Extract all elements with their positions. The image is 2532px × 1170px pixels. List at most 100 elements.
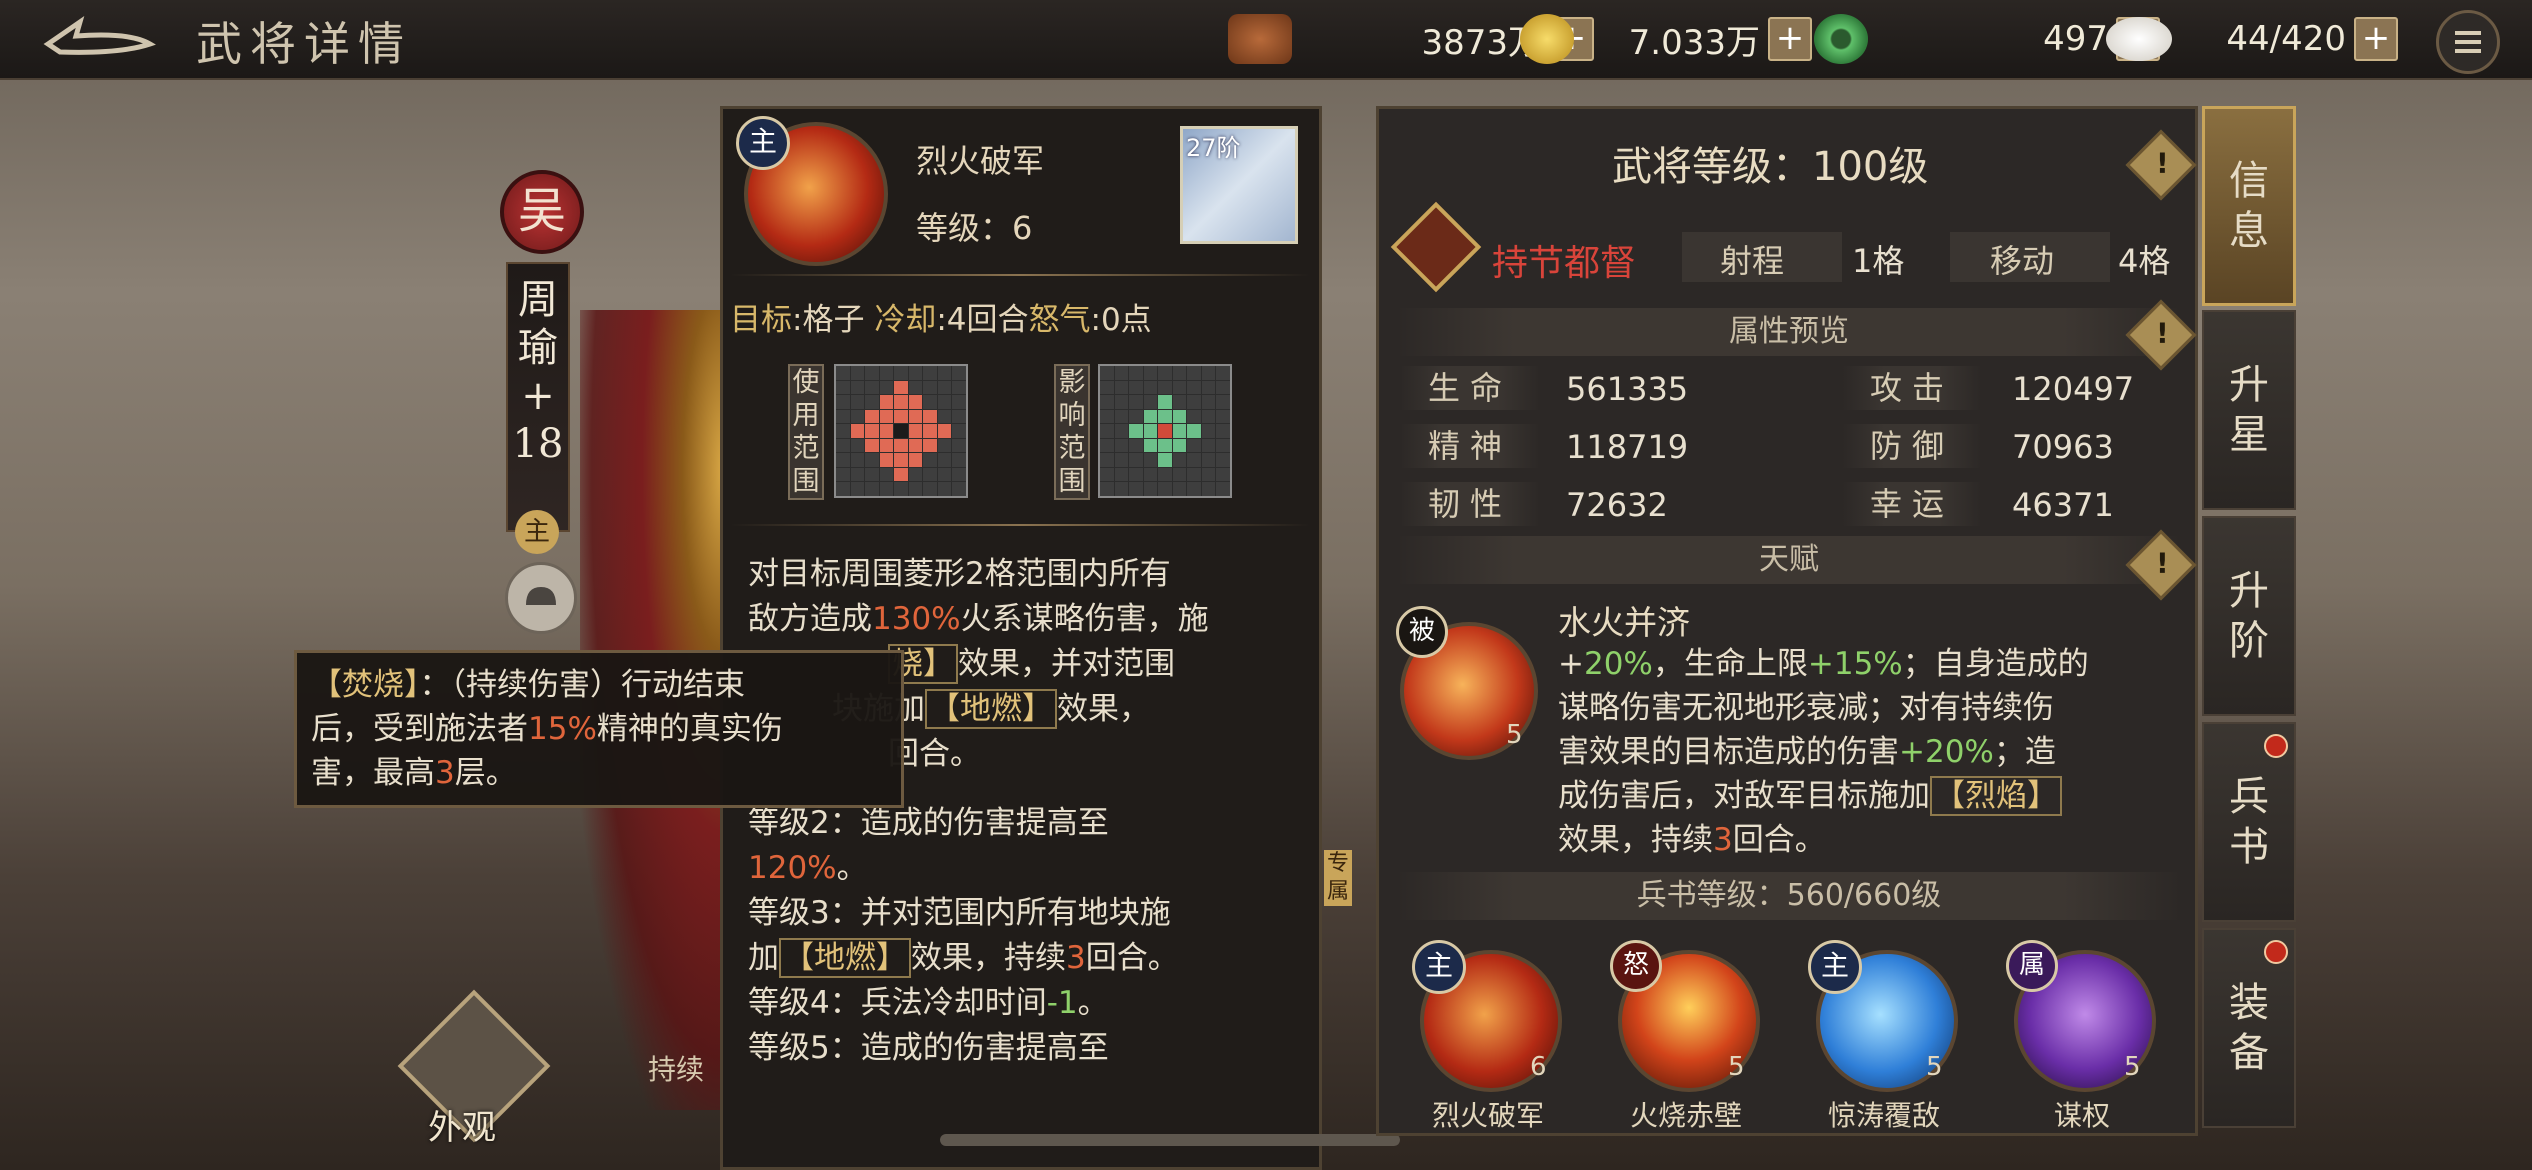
hero-name-char: 18 — [512, 421, 564, 467]
resource-food: 44/420 + — [2106, 16, 2398, 62]
grid-cell — [1129, 453, 1143, 467]
grid-cell — [1129, 380, 1143, 395]
grid-cell — [1172, 366, 1187, 380]
grid-cell — [908, 482, 923, 496]
resource-food-value: 44/420 — [2226, 19, 2346, 59]
grid-cell — [1158, 395, 1172, 409]
grid-cell — [1143, 424, 1158, 438]
exclamation-icon: ! — [2156, 546, 2169, 580]
desc-line: 对目标周围菱形2格范围内所有 — [748, 552, 1308, 597]
stat-value: 72632 — [1566, 486, 1668, 524]
effect-range-grid — [1098, 364, 1232, 498]
grid-cell — [894, 467, 908, 482]
grid-cell — [937, 467, 952, 482]
stat-label: 攻击 — [1842, 366, 1982, 410]
menu-button[interactable] — [2436, 10, 2500, 74]
grid-cell — [1216, 424, 1230, 438]
resource-jade-value: 497 — [2043, 19, 2108, 59]
grid-cell — [894, 424, 908, 438]
jade-icon — [1814, 14, 1868, 64]
grid-cell — [1143, 366, 1158, 380]
level-5-line: 等级5：造成的伤害提高至 — [748, 1026, 1308, 1071]
grid-cell — [836, 453, 850, 467]
back-arrow-icon — [43, 16, 156, 55]
desc-text: 等级2：造成的伤害提高至 — [748, 805, 1109, 841]
tab-star-up[interactable]: 升星 — [2202, 310, 2296, 510]
grid-cell — [1172, 424, 1187, 438]
attr-section-title: 属性预览 — [1396, 308, 2182, 356]
book-skill-badge: 主 — [1412, 940, 1466, 994]
grid-cell — [1129, 424, 1143, 438]
talent-line: 害效果的目标造成的伤害+20%；造 — [1558, 730, 2184, 774]
ground-fire-keyword[interactable]: 【地燃】 — [779, 938, 911, 978]
grid-cell — [908, 438, 923, 453]
grid-cell — [923, 366, 937, 380]
grid-cell — [1143, 467, 1158, 482]
grid-cell — [1114, 482, 1129, 496]
grid-cell — [850, 438, 865, 453]
blaze-keyword[interactable]: 【烈焰】 — [1930, 776, 2062, 816]
grid-cell — [1201, 438, 1216, 453]
grid-cell — [850, 467, 865, 482]
resource-gold: 7.033万 + — [1520, 14, 1812, 64]
grid-cell — [836, 438, 850, 453]
grid-cell — [894, 395, 908, 409]
grid-cell — [1100, 380, 1114, 395]
hero-name-banner: 周 瑜 + 18 — [506, 262, 570, 532]
grid-cell — [937, 424, 952, 438]
tooltip-keyword: 【焚烧】 — [311, 667, 420, 703]
desc-text: 。 — [1077, 985, 1109, 1021]
grid-cell — [937, 453, 952, 467]
tab-rank-up[interactable]: 升阶 — [2202, 516, 2296, 716]
effect-range-label: 影响范围 — [1054, 364, 1090, 500]
grid-cell — [937, 380, 952, 395]
ground-fire-keyword[interactable]: 【地燃】 — [925, 689, 1057, 729]
tooltip-line: 【焚烧】：（持续伤害）行动结束 — [311, 663, 887, 707]
grid-cell — [952, 366, 966, 380]
damage-percent: 130% — [872, 601, 961, 637]
desc-text: 等级5：造成的伤害提高至 — [748, 1030, 1109, 1066]
desc-text: 。 — [836, 850, 868, 886]
grid-cell — [1100, 482, 1114, 496]
book-skill-badge: 主 — [1808, 940, 1862, 994]
level-4-line: 等级4：兵法冷却时间-1。 — [748, 981, 1308, 1026]
grid-cell — [1201, 380, 1216, 395]
desc-text: 效果，持续 — [911, 940, 1066, 976]
move-value: 4格 — [2118, 242, 2171, 280]
talent-text: + — [1558, 646, 1584, 682]
tooltip-text: 精神的真实伤 — [596, 711, 783, 747]
talent-passive-badge: 被 — [1396, 606, 1448, 658]
notification-dot — [2264, 940, 2288, 964]
duration-number: 3 — [1066, 940, 1086, 976]
talent-line: 成伤害后，对敌军目标施加 【烈焰】 — [1558, 774, 2184, 818]
back-button[interactable] — [40, 14, 160, 64]
grid-cell — [865, 409, 879, 424]
tab-char: 兵 — [2229, 774, 2269, 820]
add-gold-button[interactable]: + — [1768, 17, 1812, 61]
duration-number: 3 — [1713, 822, 1733, 858]
grid-cell — [1143, 438, 1158, 453]
grid-cell — [1100, 395, 1114, 409]
tooltip-number: 3 — [435, 755, 455, 791]
cooldown-value: 4回合 — [946, 302, 1029, 338]
talent-section-title: 天赋 — [1396, 536, 2182, 584]
grid-cell — [850, 366, 865, 380]
grid-cell — [836, 380, 850, 395]
grid-cell — [952, 409, 966, 424]
desc-text: 等级4：兵法冷却时间 — [748, 985, 1047, 1021]
grid-cell — [1129, 395, 1143, 409]
grid-cell — [850, 453, 865, 467]
horizontal-scrollbar[interactable] — [940, 1134, 1400, 1146]
tab-info[interactable]: 信息 — [2202, 106, 2296, 306]
grid-cell — [1187, 482, 1201, 496]
grid-cell — [850, 424, 865, 438]
grid-cell — [1187, 380, 1201, 395]
grid-cell — [952, 424, 966, 438]
add-food-button[interactable]: + — [2354, 17, 2398, 61]
hero-switch-button[interactable] — [505, 562, 577, 634]
grid-cell — [1172, 482, 1187, 496]
grid-cell — [1216, 395, 1230, 409]
grid-cell — [1201, 424, 1216, 438]
book-skill-level: 5 — [2124, 1052, 2141, 1082]
grid-cell — [894, 453, 908, 467]
